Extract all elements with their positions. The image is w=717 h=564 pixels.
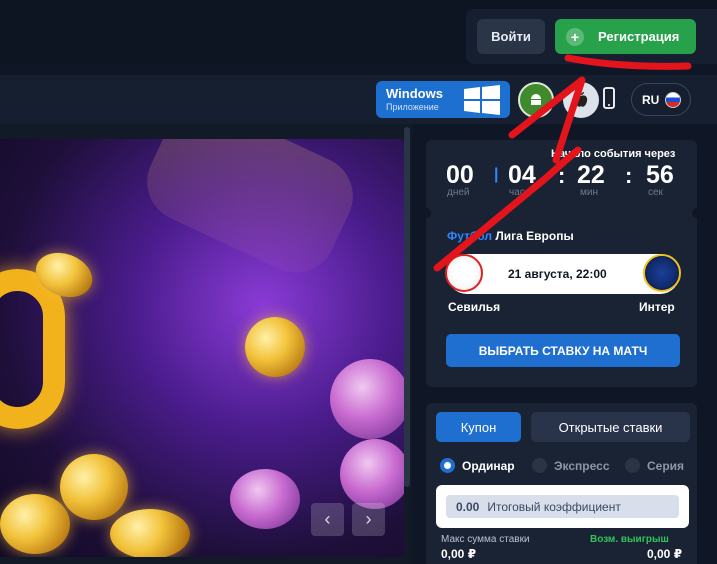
bet-type-label: Экспресс <box>554 458 610 473</box>
coin-image <box>245 317 305 377</box>
plus-icon: + <box>566 27 584 46</box>
total-coefficient-field: 0.00 Итоговый коэффициент <box>446 495 679 518</box>
mobile-phone-icon[interactable] <box>602 86 616 110</box>
promo-banner[interactable]: ‹ › <box>0 139 404 557</box>
radio-empty-icon <box>532 458 547 473</box>
total-coefficient-value: 0.00 <box>456 499 480 514</box>
card-notch <box>421 208 431 218</box>
countdown-seconds-label: сек <box>648 187 663 198</box>
android-icon <box>531 94 541 105</box>
countdown-minutes: 22 <box>577 161 605 189</box>
sevilla-logo-icon <box>445 254 483 292</box>
chip-image <box>330 359 404 439</box>
bet-type-label: Ординар <box>462 458 515 473</box>
russia-flag-icon <box>665 91 682 108</box>
banner-prev-button[interactable]: ‹ <box>311 503 344 536</box>
language-selector[interactable]: RU <box>631 83 691 116</box>
bet-type-system[interactable]: Серия <box>625 458 684 473</box>
apple-icon <box>574 92 588 107</box>
event-league[interactable]: Футбол Лига Европы <box>447 229 574 243</box>
max-stake-label: Макс сумма ставки <box>441 534 530 545</box>
chevron-left-icon: ‹ <box>324 509 331 529</box>
coin-image <box>60 454 128 520</box>
league-name: Лига Европы <box>495 229 574 243</box>
light-beam-decoration <box>134 139 366 286</box>
possible-win-label: Возм. выигрыш <box>590 534 669 545</box>
countdown-days-label: дней <box>447 187 470 198</box>
radio-selected-icon <box>440 458 455 473</box>
choose-bet-button[interactable]: ВЫБРАТЬ СТАВКУ НА МАТЧ <box>446 334 680 367</box>
radio-empty-icon <box>625 458 640 473</box>
page-scrollbar[interactable] <box>404 127 410 487</box>
countdown-separator: | <box>494 166 499 183</box>
android-app-button[interactable] <box>518 82 554 118</box>
event-starts-label: Начало события через <box>551 148 676 160</box>
countdown-separator: : <box>558 163 566 188</box>
login-button[interactable]: Войти <box>477 19 545 54</box>
coin-image <box>110 509 190 557</box>
chip-image <box>340 439 404 509</box>
coin-image <box>0 494 70 554</box>
possible-win-value: 0,00 ₽ <box>647 547 683 561</box>
apple-app-button[interactable] <box>563 82 599 118</box>
register-label: Регистрация <box>598 29 680 44</box>
countdown-minutes-label: мин <box>580 187 598 198</box>
card-notch <box>692 208 702 218</box>
windows-logo-icon <box>464 85 500 115</box>
countdown-hours-label: часа <box>509 187 531 198</box>
register-button[interactable]: + Регистрация <box>555 19 696 54</box>
language-code: RU <box>642 92 660 107</box>
away-team-name: Интер <box>639 300 675 314</box>
chip-image <box>230 469 300 529</box>
bet-type-label: Серия <box>647 458 685 473</box>
windows-app-title: Windows <box>386 86 443 101</box>
sport-name: Футбол <box>447 229 493 243</box>
home-team-name: Севилья <box>448 300 501 314</box>
max-stake-value: 0,00 ₽ <box>441 547 477 561</box>
total-coefficient-label: Итоговый коэффициент <box>487 499 621 514</box>
bet-type-single[interactable]: Ординар <box>440 458 515 473</box>
bet-type-express[interactable]: Экспресс <box>532 458 610 473</box>
chevron-right-icon: › <box>365 509 372 529</box>
countdown-seconds: 56 <box>646 161 674 189</box>
match-date: 21 августа, 22:00 <box>508 267 607 281</box>
tab-coupon[interactable]: Купон <box>436 412 521 442</box>
windows-app-subtitle: Приложение <box>386 102 439 112</box>
countdown-separator: : <box>625 163 633 188</box>
countdown-days: 00 <box>446 161 474 189</box>
banner-next-button[interactable]: › <box>352 503 385 536</box>
windows-app-button[interactable]: Windows Приложение <box>376 81 510 118</box>
countdown-hours: 04 <box>508 161 536 189</box>
tab-open-bets[interactable]: Открытые ставки <box>531 412 690 442</box>
inter-logo-icon <box>643 254 681 292</box>
